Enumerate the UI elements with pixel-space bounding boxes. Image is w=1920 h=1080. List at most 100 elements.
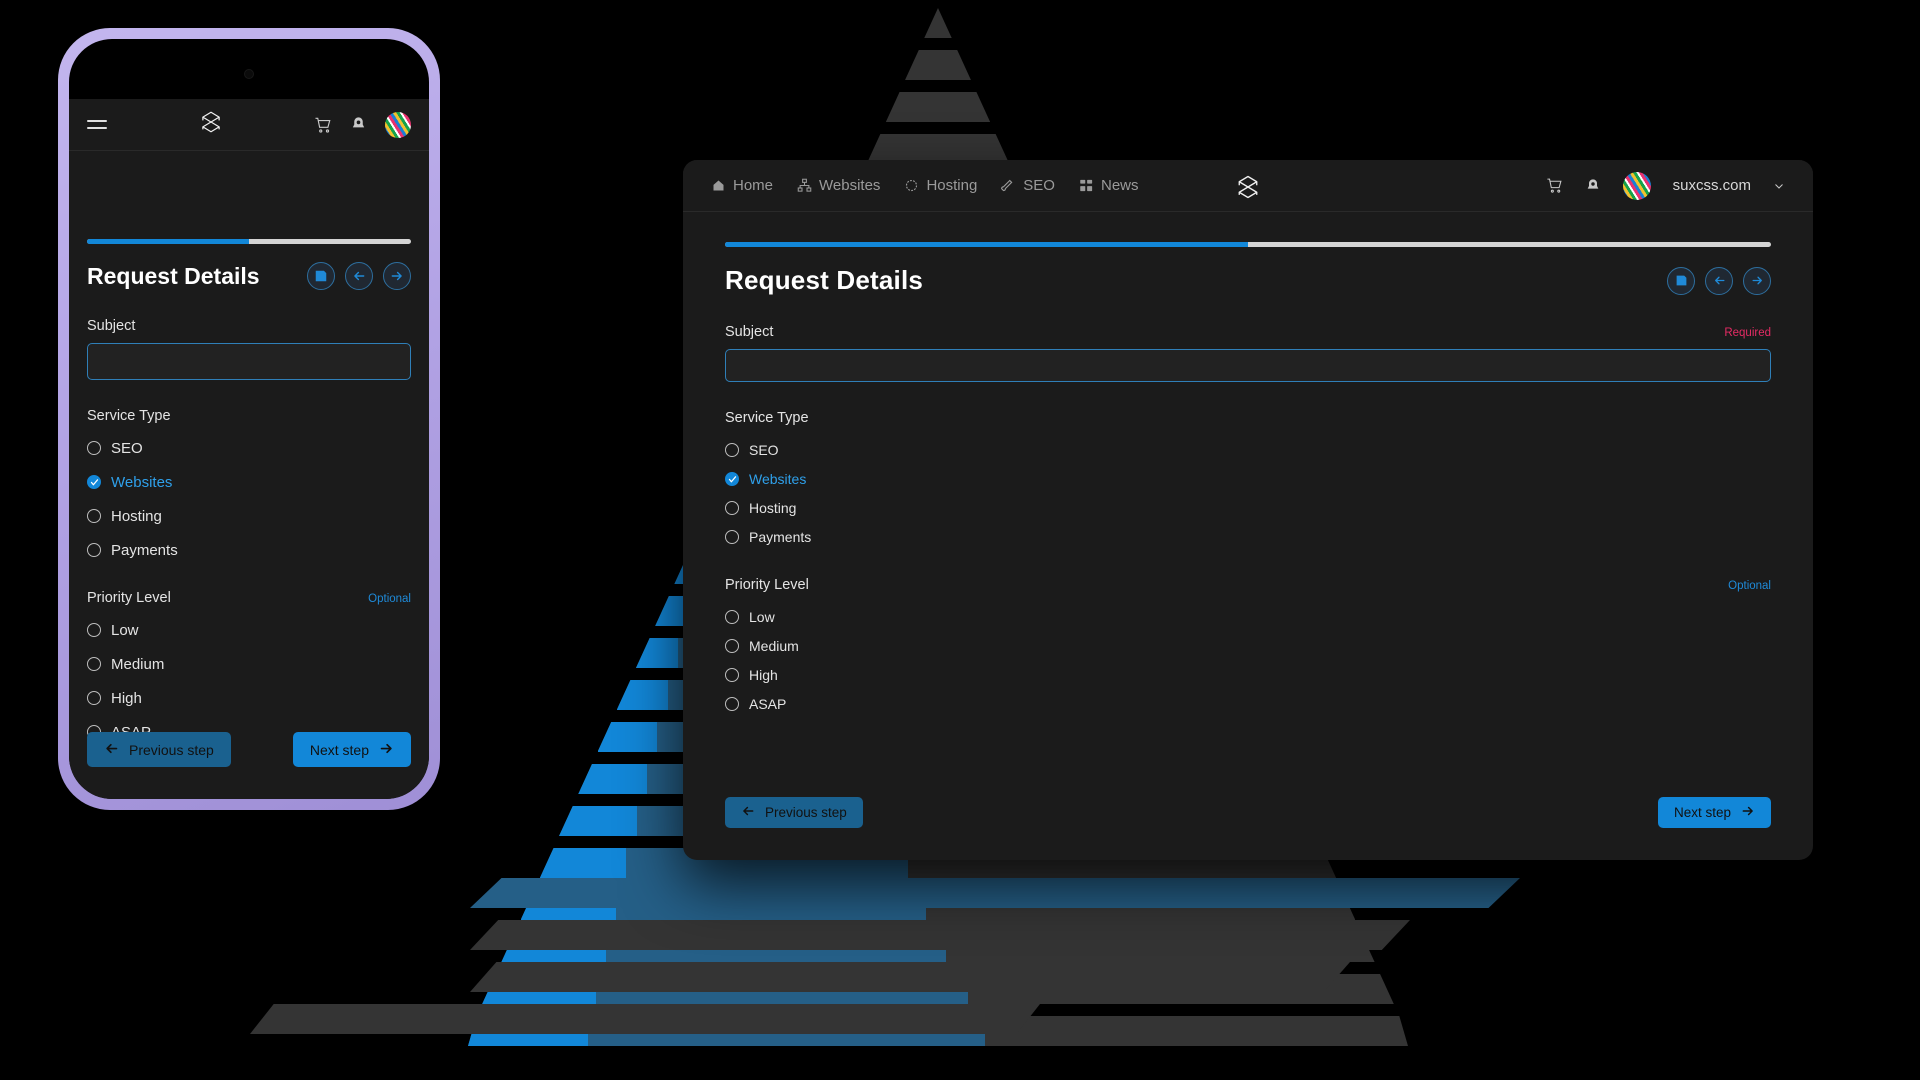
radio-unchecked-icon[interactable] xyxy=(87,543,101,557)
chevron-down-icon[interactable] xyxy=(1773,180,1785,192)
nav-item-seo[interactable]: SEO xyxy=(1001,177,1055,194)
previous-step-button[interactable]: Previous step xyxy=(87,732,231,767)
desktop-window: Home Websites Hosting SEO News suxcss.co… xyxy=(683,160,1813,860)
radio-option-label: Medium xyxy=(749,638,799,654)
forward-button[interactable] xyxy=(1743,266,1771,295)
radio-unchecked-icon[interactable] xyxy=(87,509,101,523)
subject-label: Subject xyxy=(87,318,136,334)
arrow-left-icon xyxy=(741,804,755,821)
back-button[interactable] xyxy=(1705,266,1733,295)
grid-icon xyxy=(1079,178,1094,193)
subject-field-header: Subject Required xyxy=(725,324,1771,340)
user-avatar[interactable] xyxy=(385,111,411,138)
priority-level-radio-group[interactable]: Low Medium High ASAP xyxy=(725,605,1771,716)
form-header: Request Details xyxy=(725,265,1771,296)
radio-option-label: Payments xyxy=(749,529,812,545)
nav-item-news[interactable]: News xyxy=(1079,177,1139,194)
pyramid-stripe xyxy=(924,8,952,38)
nav-item-websites[interactable]: Websites xyxy=(797,177,880,194)
stacked-layers-logo[interactable] xyxy=(1234,173,1262,206)
radio-option-high[interactable]: High xyxy=(87,686,411,710)
priority-level-label: Priority Level xyxy=(87,590,171,606)
radio-option-hosting[interactable]: Hosting xyxy=(725,496,1771,520)
bell-icon[interactable] xyxy=(350,116,367,133)
radio-unchecked-icon[interactable] xyxy=(725,610,739,624)
page-title: Request Details xyxy=(725,265,924,295)
next-step-button[interactable]: Next step xyxy=(292,732,411,767)
back-button[interactable] xyxy=(345,262,373,290)
radio-option-seo[interactable]: SEO xyxy=(725,438,1771,462)
bell-icon[interactable] xyxy=(1585,178,1601,194)
radio-option-low[interactable]: Low xyxy=(725,605,1771,629)
nav-item-home[interactable]: Home xyxy=(711,177,773,194)
subject-input[interactable] xyxy=(87,343,411,380)
previous-step-button[interactable]: Previous step xyxy=(725,797,863,828)
radio-option-medium[interactable]: Medium xyxy=(725,634,1771,658)
radio-unchecked-icon[interactable] xyxy=(725,443,739,457)
radio-unchecked-icon[interactable] xyxy=(87,441,101,455)
radio-option-payments[interactable]: Payments xyxy=(725,525,1771,549)
nav-item-label: Home xyxy=(733,177,774,194)
radio-option-label: High xyxy=(111,689,142,707)
home-icon xyxy=(711,178,726,193)
nav-item-hosting[interactable]: Hosting xyxy=(904,177,977,194)
cart-icon[interactable] xyxy=(1546,177,1563,194)
priority-level-header: Priority Level Optional xyxy=(725,577,1771,593)
radio-unchecked-icon[interactable] xyxy=(87,623,101,637)
radio-option-label: SEO xyxy=(111,439,143,457)
service-type-header: Service Type xyxy=(87,408,411,424)
radio-unchecked-icon[interactable] xyxy=(725,697,739,711)
pyramid-stripe xyxy=(885,92,991,122)
phone-camera-dot xyxy=(244,69,254,79)
nav-item-label: News xyxy=(1100,177,1139,194)
radio-option-payments[interactable]: Payments xyxy=(87,538,411,562)
form-header-actions xyxy=(1667,266,1771,295)
radio-option-websites[interactable]: Websites xyxy=(87,470,411,494)
service-type-radio-group[interactable]: SEO Websites Hosting Payments xyxy=(87,436,411,562)
radio-option-label: Low xyxy=(749,609,775,625)
forward-button[interactable] xyxy=(383,262,411,290)
cart-icon[interactable] xyxy=(314,116,332,134)
radio-unchecked-icon[interactable] xyxy=(87,657,101,671)
radio-option-medium[interactable]: Medium xyxy=(87,652,411,676)
radio-checked-icon[interactable] xyxy=(87,475,101,489)
phone-navbar xyxy=(69,99,429,151)
save-button[interactable] xyxy=(307,262,335,290)
brush-icon xyxy=(1001,178,1016,193)
phone-form-header: Request Details xyxy=(87,262,411,290)
hamburger-menu-icon[interactable] xyxy=(87,120,107,129)
radio-unchecked-icon[interactable] xyxy=(87,691,101,705)
radio-option-seo[interactable]: SEO xyxy=(87,436,411,460)
radio-unchecked-icon[interactable] xyxy=(725,639,739,653)
radio-option-hosting[interactable]: Hosting xyxy=(87,504,411,528)
radio-option-high[interactable]: High xyxy=(725,663,1771,687)
phone-mockup: Request Details Subject Service Type SEO… xyxy=(58,28,440,810)
user-avatar[interactable] xyxy=(1622,171,1651,200)
radio-checked-icon[interactable] xyxy=(725,472,739,486)
service-type-label: Service Type xyxy=(725,410,809,426)
radio-option-asap[interactable]: ASAP xyxy=(725,692,1771,716)
service-type-radio-group[interactable]: SEO Websites Hosting Payments xyxy=(725,438,1771,549)
desktop-navbar: Home Websites Hosting SEO News suxcss.co… xyxy=(683,160,1813,212)
radio-option-label: Hosting xyxy=(111,507,162,525)
radio-unchecked-icon[interactable] xyxy=(725,530,739,544)
subject-input[interactable] xyxy=(725,349,1771,382)
arrow-left-icon xyxy=(104,741,119,759)
save-button[interactable] xyxy=(1667,266,1695,295)
sitemap-icon xyxy=(797,178,812,193)
phone-screen: Request Details Subject Service Type SEO… xyxy=(69,39,429,799)
phone-nav-actions xyxy=(314,111,411,138)
priority-level-radio-group[interactable]: LowMediumHighASAP xyxy=(87,618,411,744)
radio-option-low[interactable]: Low xyxy=(87,618,411,642)
progress-bar-fill xyxy=(87,239,249,244)
subject-field-header: Subject xyxy=(87,318,411,334)
progress-bar xyxy=(87,239,411,244)
radio-unchecked-icon[interactable] xyxy=(725,668,739,682)
radio-unchecked-icon[interactable] xyxy=(725,501,739,515)
stacked-layers-logo[interactable] xyxy=(198,109,224,140)
user-label[interactable]: suxcss.com xyxy=(1673,177,1751,194)
next-step-button[interactable]: Next step xyxy=(1657,797,1771,828)
screenshot-root: Home Websites Hosting SEO News suxcss.co… xyxy=(0,0,1920,1080)
priority-level-label: Priority Level xyxy=(725,577,809,593)
radio-option-websites[interactable]: Websites xyxy=(725,467,1771,491)
